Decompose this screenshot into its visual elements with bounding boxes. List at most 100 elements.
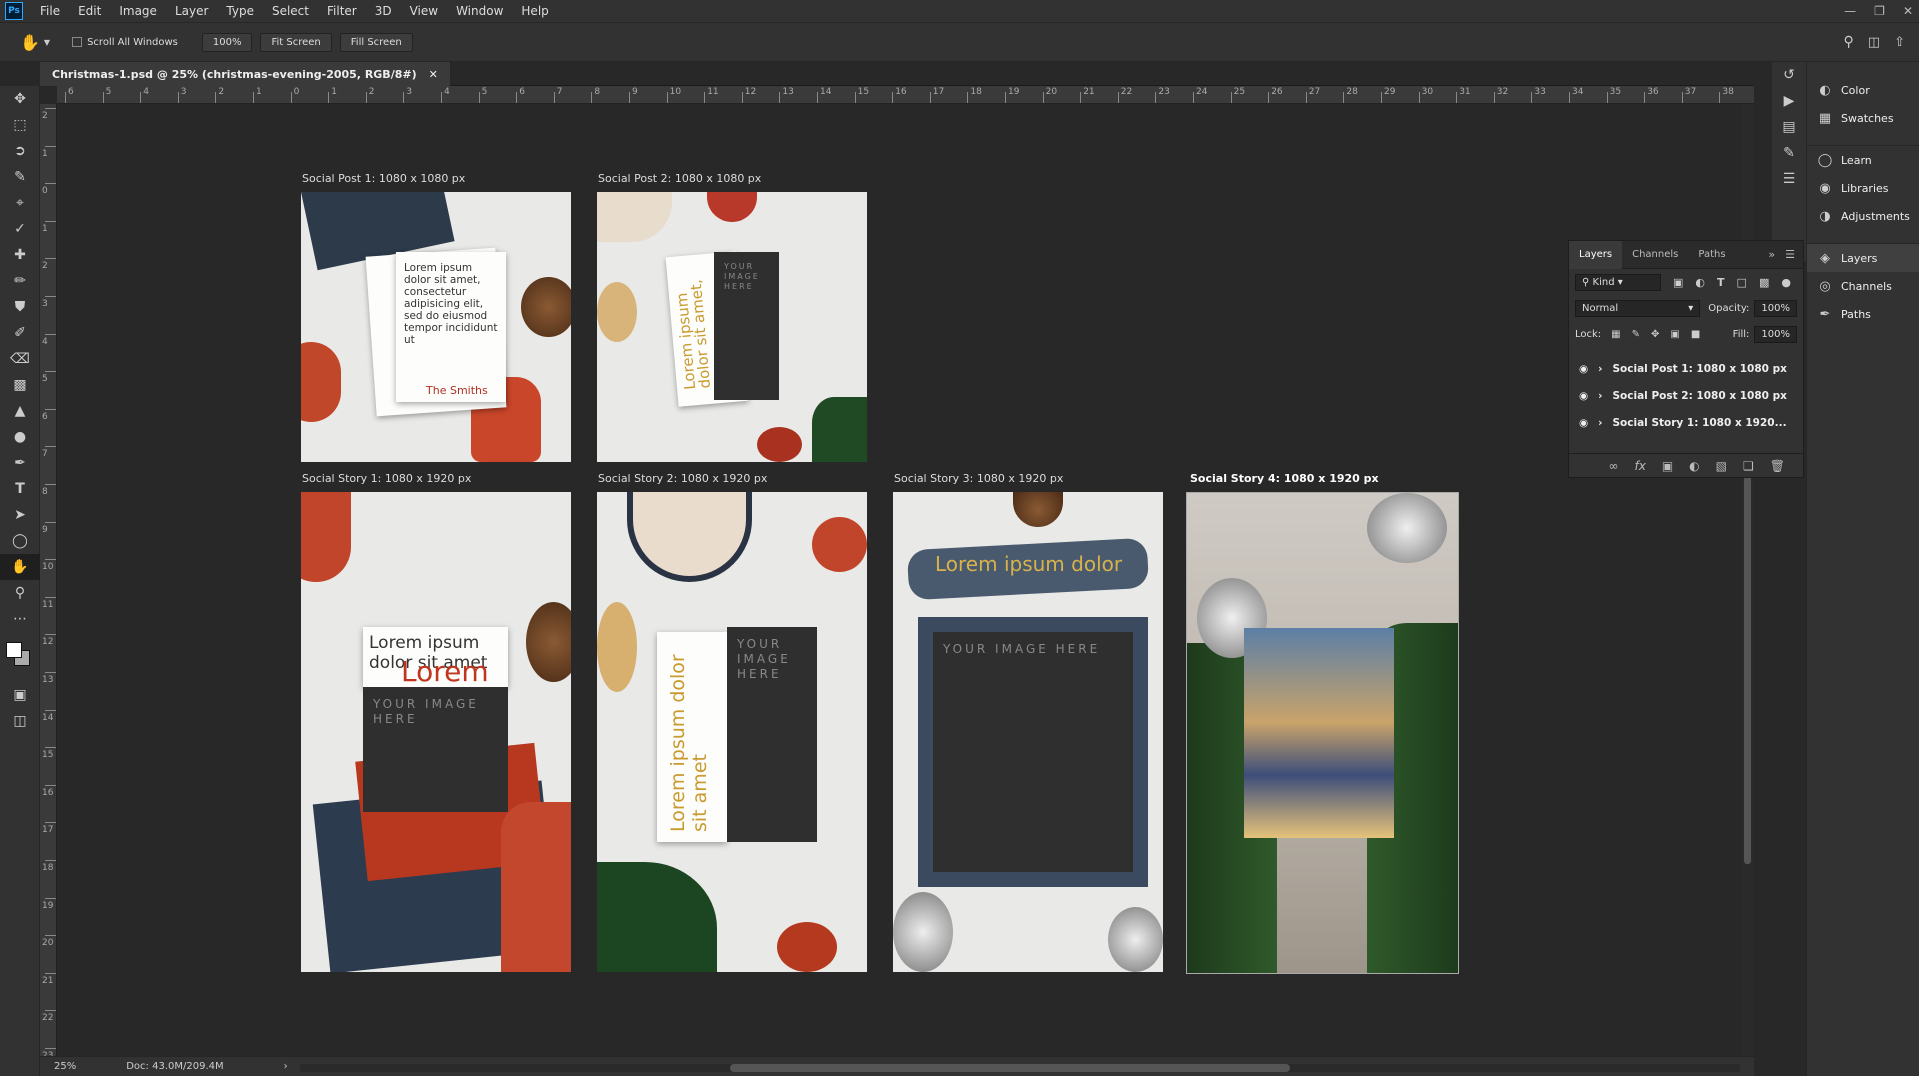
properties-icon[interactable]: ▤: [1772, 114, 1806, 140]
dock-channels[interactable]: ◎ Channels: [1807, 272, 1919, 300]
pen-tool-icon[interactable]: ✒: [0, 450, 40, 476]
chevron-right-icon[interactable]: ›: [1598, 390, 1602, 402]
menu-window[interactable]: Window: [447, 0, 512, 22]
move-tool-icon[interactable]: ✥: [0, 86, 40, 112]
scroll-all-windows-option[interactable]: Scroll All Windows: [72, 36, 178, 48]
dodge-tool-icon[interactable]: ●: [0, 424, 40, 450]
artboard-label-post-2[interactable]: Social Post 2: 1080 x 1080 px: [598, 172, 761, 185]
menu-type[interactable]: Type: [217, 0, 263, 22]
filter-toggle-icon[interactable]: ●: [1781, 276, 1791, 289]
brush-tool-icon[interactable]: ✏: [0, 268, 40, 294]
layer-row[interactable]: ◉ › Social Post 1: 1080 x 1080 px: [1569, 355, 1803, 382]
lock-all-icon[interactable]: ■: [1691, 329, 1700, 340]
pixel-filter-icon[interactable]: ▣: [1673, 276, 1683, 289]
new-group-icon[interactable]: ▧: [1716, 459, 1727, 473]
artboard-story-4[interactable]: [1186, 492, 1459, 974]
quick-select-tool-icon[interactable]: ✎: [0, 164, 40, 190]
artboard-label-story-3[interactable]: Social Story 3: 1080 x 1920 px: [894, 472, 1063, 485]
share-icon[interactable]: ⇧: [1894, 35, 1905, 50]
link-layers-icon[interactable]: ∞: [1609, 459, 1619, 473]
menu-filter[interactable]: Filter: [318, 0, 366, 22]
artboard-label-post-1[interactable]: Social Post 1: 1080 x 1080 px: [302, 172, 465, 185]
tab-layers[interactable]: Layers: [1569, 240, 1623, 269]
dock-learn[interactable]: ◯ Learn: [1807, 146, 1919, 174]
fill-field[interactable]: 100%: [1754, 325, 1797, 343]
foreground-color[interactable]: [6, 642, 22, 658]
eye-icon[interactable]: ◉: [1579, 417, 1588, 429]
eraser-tool-icon[interactable]: ⌫: [0, 346, 40, 372]
menu-help[interactable]: Help: [512, 0, 557, 22]
ellipse-tool-icon[interactable]: ◯: [0, 528, 40, 554]
lock-transparent-icon[interactable]: ▦: [1611, 329, 1620, 340]
artboard-story-1[interactable]: Lorem ipsum dolor sit amet Lorem YOUR IM…: [301, 492, 571, 972]
type-tool-icon[interactable]: T: [0, 476, 40, 502]
smart-object-filter-icon[interactable]: ▩: [1759, 276, 1769, 289]
search-icon[interactable]: ⚲: [1844, 34, 1854, 50]
artboard-story-2[interactable]: Lorem ipsum dolor sit amet YOUR IMAGE HE…: [597, 492, 867, 972]
color-swatches[interactable]: [0, 632, 39, 682]
fill-screen-button[interactable]: Fill Screen: [339, 32, 413, 52]
chevron-right-icon[interactable]: ›: [284, 1061, 288, 1072]
quick-mask-icon[interactable]: ▣: [0, 682, 40, 708]
menu-file[interactable]: File: [31, 0, 69, 22]
eye-icon[interactable]: ◉: [1579, 363, 1588, 375]
lock-image-icon[interactable]: ✎: [1632, 329, 1640, 340]
close-tab-icon[interactable]: ✕: [429, 68, 438, 81]
artboard-post-1[interactable]: Lorem ipsum dolor sit amet, consectetur …: [301, 192, 571, 462]
eye-icon[interactable]: ◉: [1579, 390, 1588, 402]
minimize-icon[interactable]: —: [1844, 4, 1856, 18]
path-select-icon[interactable]: ➤: [0, 502, 40, 528]
dock-swatches[interactable]: ▦ Swatches: [1807, 104, 1919, 132]
clone-stamp-icon[interactable]: ⛊: [0, 294, 40, 320]
artboard-label-story-1[interactable]: Social Story 1: 1080 x 1920 px: [302, 472, 471, 485]
artboard-post-2[interactable]: Lorem ipsum dolor sit amet, YOUR IMAGE H…: [597, 192, 867, 462]
menu-layer[interactable]: Layer: [166, 0, 217, 22]
history-brush-icon[interactable]: ✐: [0, 320, 40, 346]
add-mask-icon[interactable]: ▣: [1662, 459, 1673, 473]
panel-menu-icon[interactable]: ☰: [1785, 248, 1795, 261]
zoom-tool-icon[interactable]: ⚲: [0, 580, 40, 606]
artboard-label-story-2[interactable]: Social Story 2: 1080 x 1920 px: [598, 472, 767, 485]
fit-screen-button[interactable]: Fit Screen: [260, 32, 332, 52]
menu-3d[interactable]: 3D: [366, 0, 401, 22]
layer-row[interactable]: ◉ › Social Story 1: 1080 x 1920...: [1569, 409, 1803, 436]
history-icon[interactable]: ↺: [1772, 62, 1806, 88]
close-icon[interactable]: ✕: [1903, 4, 1913, 18]
menu-select[interactable]: Select: [263, 0, 318, 22]
kind-filter-select[interactable]: ⚲ Kind ▾: [1575, 273, 1661, 291]
adjustment-filter-icon[interactable]: ◐: [1695, 276, 1705, 289]
brush-settings-icon[interactable]: ✎: [1772, 140, 1806, 166]
workspace-icon[interactable]: ◫: [1868, 35, 1880, 50]
type-filter-icon[interactable]: T: [1717, 276, 1725, 289]
zoom-100-button[interactable]: 100%: [201, 32, 253, 52]
delete-layer-icon[interactable]: 🗑: [1770, 459, 1785, 473]
dock-color[interactable]: ◐ Color: [1807, 76, 1919, 104]
screen-mode-icon[interactable]: ◫: [0, 708, 40, 734]
new-layer-icon[interactable]: ❏: [1743, 459, 1754, 473]
marquee-tool-icon[interactable]: ⬚: [0, 112, 40, 138]
menu-view[interactable]: View: [401, 0, 447, 22]
blur-tool-icon[interactable]: ▲: [0, 398, 40, 424]
dock-layers[interactable]: ◈ Layers: [1807, 244, 1919, 272]
hand-tool-icon[interactable]: ✋: [0, 554, 40, 580]
zoom-level[interactable]: 25%: [54, 1061, 76, 1072]
hand-tool-icon[interactable]: ✋: [20, 33, 40, 52]
layer-style-icon[interactable]: fx: [1635, 459, 1646, 473]
tab-channels[interactable]: Channels: [1622, 241, 1688, 269]
actions-play-icon[interactable]: ▶: [1772, 88, 1806, 114]
horizontal-scroll-thumb[interactable]: [730, 1064, 1290, 1072]
eyedropper-tool-icon[interactable]: ✓: [0, 216, 40, 242]
shape-filter-icon[interactable]: □: [1737, 276, 1747, 289]
layer-row[interactable]: ◉ › Social Post 2: 1080 x 1080 px: [1569, 382, 1803, 409]
dock-libraries[interactable]: ◉ Libraries: [1807, 174, 1919, 202]
new-adjustment-icon[interactable]: ◐: [1689, 459, 1699, 473]
chevron-right-icon[interactable]: ›: [1598, 417, 1602, 429]
dock-adjustments[interactable]: ◑ Adjustments: [1807, 202, 1919, 230]
artboard-story-3[interactable]: Lorem ipsum dolor YOUR IMAGE HERE: [893, 492, 1163, 972]
menu-edit[interactable]: Edit: [69, 0, 110, 22]
blend-mode-select[interactable]: Normal ▾: [1575, 299, 1701, 317]
healing-brush-icon[interactable]: ✚: [0, 242, 40, 268]
tool-presets-icon[interactable]: ☰: [1772, 166, 1806, 192]
document-tab[interactable]: Christmas-1.psd @ 25% (christmas-evening…: [40, 62, 450, 86]
chevron-down-icon[interactable]: ▼: [44, 38, 50, 47]
